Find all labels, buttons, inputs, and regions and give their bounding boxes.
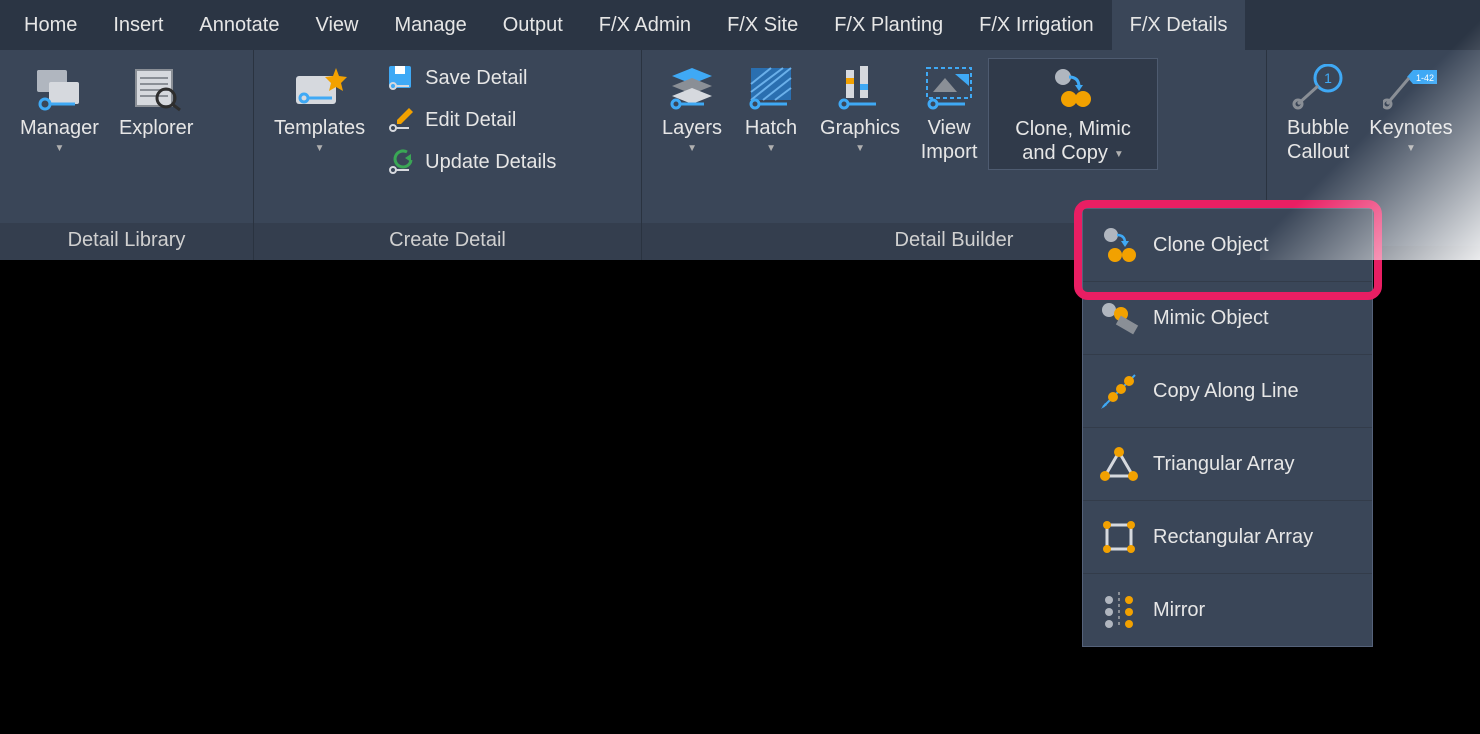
panel-title-library: Detail Library	[0, 223, 253, 260]
save-disk-icon	[387, 64, 415, 92]
view-import-label-1: View	[928, 116, 971, 140]
keynotes-label: Keynotes	[1369, 116, 1452, 140]
mirror-icon	[1099, 590, 1139, 630]
explorer-button[interactable]: Explorer	[109, 58, 203, 144]
graphics-label: Graphics	[820, 116, 900, 140]
dropdown-arrow-icon: ▼	[315, 143, 325, 154]
dd-mimic-object-label: Mimic Object	[1153, 307, 1269, 330]
dd-triangular-array-label: Triangular Array	[1153, 453, 1295, 476]
panel-title-create: Create Detail	[254, 223, 641, 260]
svg-text:1-42: 1-42	[1416, 73, 1434, 83]
view-import-label-2: Import	[921, 140, 978, 164]
hatch-label: Hatch	[745, 116, 797, 140]
panel-create-detail: Templates ▼ Save Detail	[254, 50, 642, 260]
layers-button[interactable]: Layers ▼	[652, 58, 732, 158]
tab-home[interactable]: Home	[6, 0, 95, 50]
ribbon-tab-bar: Home Insert Annotate View Manage Output …	[0, 0, 1480, 50]
dropdown-arrow-icon: ▼	[766, 143, 776, 154]
tab-output[interactable]: Output	[485, 0, 581, 50]
clone-label-2: and Copy	[1022, 141, 1108, 165]
bubble-callout-label-2: Callout	[1287, 140, 1349, 164]
refresh-icon	[387, 148, 415, 176]
tab-manage[interactable]: Manage	[376, 0, 484, 50]
list-search-icon	[128, 64, 184, 112]
save-detail-button[interactable]: Save Detail	[381, 60, 562, 96]
dropdown-arrow-icon: ▼	[1406, 143, 1416, 154]
dd-copy-along-line-label: Copy Along Line	[1153, 380, 1299, 403]
dd-triangular-array[interactable]: Triangular Array	[1083, 428, 1372, 501]
hatch-button[interactable]: Hatch ▼	[732, 58, 810, 158]
templates-label: Templates	[274, 116, 365, 140]
tab-annotate[interactable]: Annotate	[181, 0, 297, 50]
tab-fx-planting[interactable]: F/X Planting	[816, 0, 961, 50]
dd-rectangular-array-label: Rectangular Array	[1153, 526, 1313, 549]
dropdown-arrow-icon: ▼	[687, 143, 697, 154]
keynotes-button[interactable]: 1-42 Keynotes ▼	[1359, 58, 1462, 158]
templates-button[interactable]: Templates ▼	[264, 58, 375, 158]
keynote-flag-icon: 1-42	[1383, 64, 1439, 112]
clone-mimic-copy-button[interactable]: Clone, Mimic and Copy ▼	[988, 58, 1158, 170]
tab-fx-irrigation[interactable]: F/X Irrigation	[961, 0, 1111, 50]
bubble-callout-button[interactable]: 1 Bubble Callout	[1277, 58, 1359, 168]
svg-text:1: 1	[1324, 70, 1332, 86]
edit-detail-label: Edit Detail	[425, 109, 516, 132]
dd-mimic-object[interactable]: Mimic Object	[1083, 282, 1372, 355]
tab-fx-details[interactable]: F/X Details	[1112, 0, 1246, 50]
triangular-array-icon	[1099, 444, 1139, 484]
dd-mirror-label: Mirror	[1153, 599, 1205, 622]
folder-pipe-icon	[31, 64, 87, 112]
tab-fx-admin[interactable]: F/X Admin	[581, 0, 709, 50]
panel-detail-library: Manager ▼ Explorer Deta	[0, 50, 254, 260]
layers-icon	[664, 64, 720, 112]
update-details-label: Update Details	[425, 151, 556, 174]
update-details-button[interactable]: Update Details	[381, 144, 562, 180]
view-import-button[interactable]: View Import	[910, 58, 988, 168]
layers-label: Layers	[662, 116, 722, 140]
view-import-icon	[921, 64, 977, 112]
mimic-object-icon	[1099, 298, 1139, 338]
graphics-button[interactable]: Graphics ▼	[810, 58, 910, 158]
hatch-icon	[743, 64, 799, 112]
bubble-callout-icon: 1	[1290, 64, 1346, 112]
graphics-bars-icon	[832, 64, 888, 112]
rectangular-array-icon	[1099, 517, 1139, 557]
save-detail-label: Save Detail	[425, 67, 527, 90]
clone-dropdown-menu: Clone Object Mimic Object Copy Along Lin…	[1082, 208, 1373, 647]
pencil-icon	[387, 106, 415, 134]
dd-copy-along-line[interactable]: Copy Along Line	[1083, 355, 1372, 428]
dd-rectangular-array[interactable]: Rectangular Array	[1083, 501, 1372, 574]
edit-detail-button[interactable]: Edit Detail	[381, 102, 562, 138]
tab-view[interactable]: View	[297, 0, 376, 50]
copy-along-line-icon	[1099, 371, 1139, 411]
manager-label: Manager	[20, 116, 99, 140]
clone-object-icon	[1099, 225, 1139, 265]
tab-fx-site[interactable]: F/X Site	[709, 0, 816, 50]
bubble-callout-label-1: Bubble	[1287, 116, 1349, 140]
dropdown-arrow-icon: ▼	[1114, 149, 1124, 160]
explorer-label: Explorer	[119, 116, 193, 140]
template-star-icon	[292, 64, 348, 112]
dd-mirror[interactable]: Mirror	[1083, 574, 1372, 646]
dropdown-arrow-icon: ▼	[855, 143, 865, 154]
dropdown-arrow-icon: ▼	[55, 143, 65, 154]
dd-clone-object-label: Clone Object	[1153, 234, 1269, 257]
dd-clone-object[interactable]: Clone Object	[1083, 209, 1372, 282]
manager-button[interactable]: Manager ▼	[10, 58, 109, 158]
clone-label-1: Clone, Mimic	[1015, 117, 1131, 141]
clone-balls-icon	[1045, 65, 1101, 113]
tab-insert[interactable]: Insert	[95, 0, 181, 50]
